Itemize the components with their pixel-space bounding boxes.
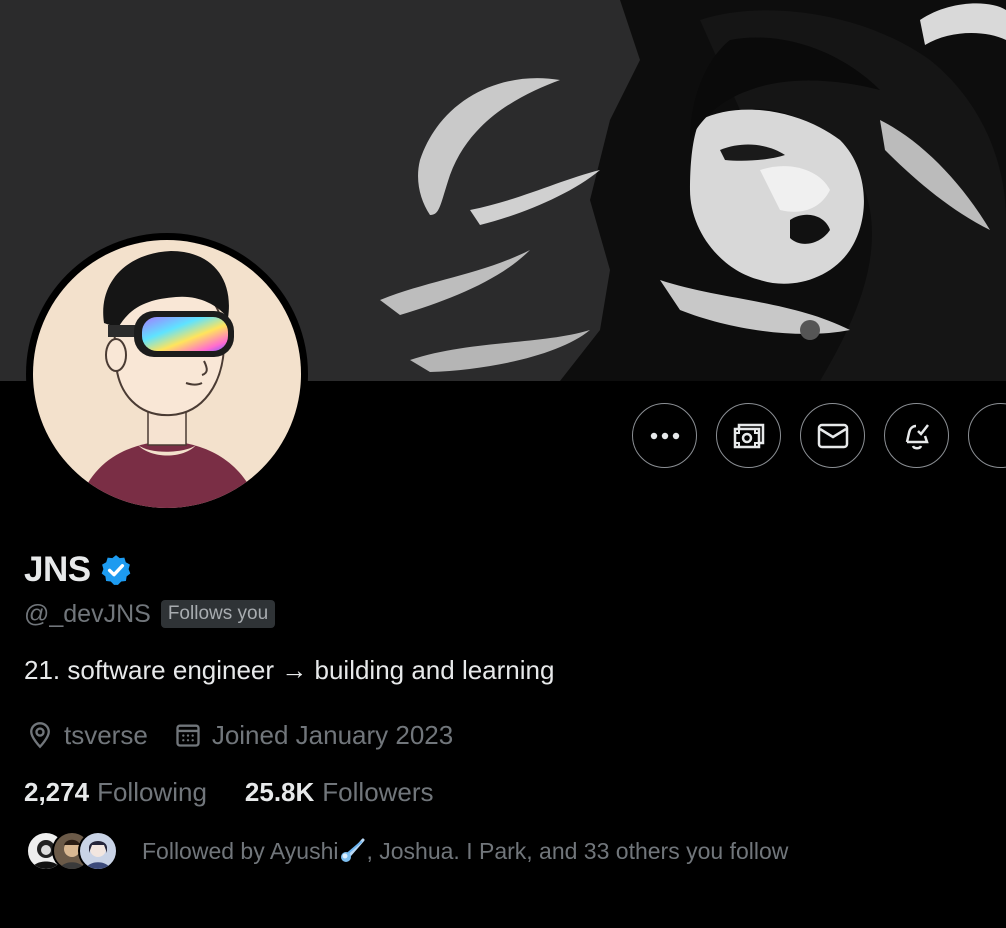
following-link[interactable]: 2,274 Following: [24, 777, 207, 808]
bell-check-icon: [905, 423, 929, 449]
followers-label: Followers: [322, 776, 434, 807]
tip-button[interactable]: [716, 403, 781, 468]
follow-stats: 2,274 Following 25.8K Followers: [24, 772, 434, 812]
handle-row: @_devJNS Follows you: [24, 597, 276, 631]
calendar-icon: [176, 724, 200, 747]
profile-meta: tsverse Joined January 2023: [26, 714, 453, 756]
follows-you-badge: Follows you: [160, 600, 276, 628]
following-label: Following: [97, 776, 207, 807]
location-text: tsverse: [64, 719, 148, 750]
followed-by-row[interactable]: Followed by Ayushi , Joshua. I Park, and…: [26, 828, 788, 874]
user-handle: @_devJNS: [24, 599, 151, 628]
mutual-avatar-3: [78, 831, 118, 871]
verified-badge-icon[interactable]: [99, 553, 133, 587]
follow-button[interactable]: [968, 403, 1006, 468]
followed-by-suffix: , Joshua. I Park, and 33 others you foll…: [366, 837, 789, 864]
notifications-button[interactable]: [884, 403, 949, 468]
followed-by-prefix: Followed by Ayushi: [142, 837, 339, 864]
joined-item: Joined January 2023: [174, 720, 453, 751]
following-count: 2,274: [24, 776, 90, 807]
profile-avatar[interactable]: [26, 233, 308, 515]
followed-by-text: Followed by Ayushi , Joshua. I Park, and…: [142, 838, 788, 865]
profile-page: JNS @_devJNS Follows you 21. software en…: [0, 0, 1006, 928]
profile-bio: 21. software engineer → building and lea…: [24, 655, 555, 685]
money-icon: [733, 423, 764, 448]
more-button[interactable]: [632, 403, 697, 468]
location-item: tsverse: [26, 720, 148, 751]
mail-icon: [817, 423, 848, 448]
joined-text: Joined January 2023: [211, 719, 454, 750]
followers-link[interactable]: 25.8K Followers: [245, 777, 434, 808]
comet-icon: [341, 838, 365, 862]
avatar-illustration: [33, 240, 301, 508]
location-pin-icon: [30, 722, 50, 749]
mutual-avatars: [26, 828, 122, 874]
message-button[interactable]: [800, 403, 865, 468]
more-dots-icon: [650, 432, 679, 439]
display-name: JNS: [24, 550, 91, 589]
followers-count: 25.8K: [244, 776, 315, 807]
name-row: JNS: [24, 546, 133, 594]
